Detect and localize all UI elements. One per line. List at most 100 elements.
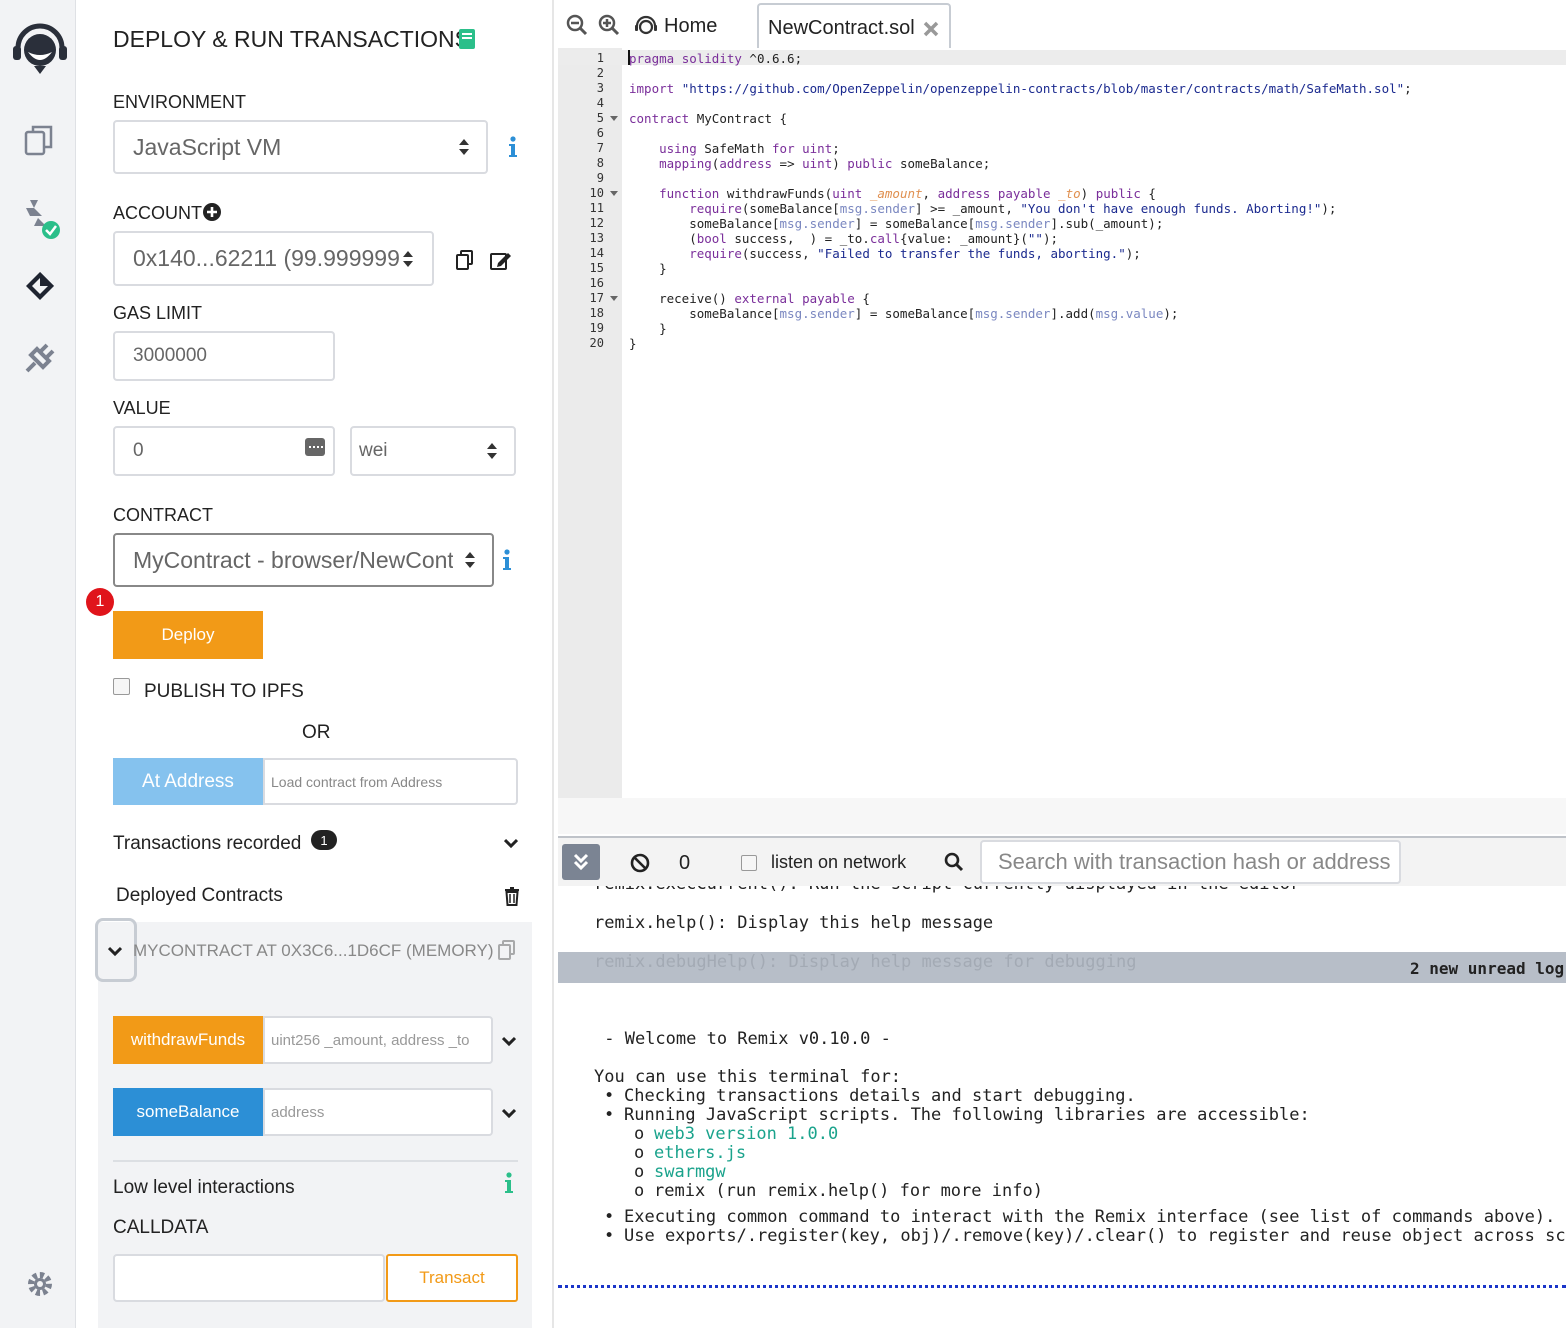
- at-address-placeholder: Load contract from Address: [271, 773, 443, 790]
- gas-limit-input[interactable]: 3000000: [113, 331, 335, 381]
- toggle-terminal-icon[interactable]: [562, 844, 600, 880]
- calldata-label: CALLDATA: [113, 1217, 209, 1238]
- withdraw-funds-input[interactable]: uint256 _amount, address _to: [263, 1016, 493, 1064]
- editor-bottom-space: [558, 798, 1566, 834]
- terminal-toolbar: 0 listen on network Search with transact…: [558, 836, 1566, 886]
- tab-newcontract[interactable]: NewContract.sol: [757, 3, 951, 49]
- line-number: 14: [589, 246, 604, 260]
- account-select[interactable]: 0x140...62211 (99.999999: [113, 231, 434, 286]
- publish-ipfs-checkbox[interactable]: [113, 678, 130, 695]
- settings-gear-icon[interactable]: [18, 1262, 62, 1306]
- home-remix-icon[interactable]: [634, 14, 658, 36]
- contract-select[interactable]: MyContract - browser/NewCont: [113, 533, 494, 587]
- code-line: mapping(address => uint) public someBala…: [659, 156, 991, 171]
- zoom-out-icon[interactable]: [566, 14, 588, 36]
- transactions-expand-chevron-icon[interactable]: [503, 836, 519, 849]
- contract-value: MyContract - browser/NewCont: [133, 546, 453, 573]
- gas-limit-value: 3000000: [133, 345, 207, 366]
- terminal-prompt-line[interactable]: [558, 1285, 1566, 1288]
- unread-logs-banner[interactable]: remix.debugHelp(): Display help message …: [558, 952, 1566, 983]
- ethers-link[interactable]: ethers.js: [654, 1143, 746, 1163]
- sign-message-edit-icon[interactable]: [490, 250, 512, 270]
- bullet-circle: o: [634, 1143, 645, 1163]
- line-number: 20: [589, 336, 604, 350]
- listen-network-label: listen on network: [771, 852, 907, 872]
- terminal-bullet: Executing common command to interact wit…: [624, 1207, 1566, 1227]
- contract-info-icon[interactable]: [501, 549, 513, 571]
- step-1-badge: 1: [86, 588, 114, 616]
- some-balance-expand-chevron-icon[interactable]: [501, 1106, 517, 1119]
- web3-link[interactable]: web3 version 1.0.0: [654, 1124, 838, 1144]
- at-address-button[interactable]: At Address: [113, 758, 263, 805]
- line-number: 7: [596, 141, 604, 155]
- code-line: receive() external payable {: [629, 291, 870, 306]
- contract-instance: MYCONTRACT AT 0X3C6...1D6CF (MEMORY) wit…: [95, 918, 532, 1328]
- code-line: import "https://github.com/OpenZeppelin/…: [629, 81, 1412, 96]
- withdraw-expand-chevron-icon[interactable]: [501, 1034, 517, 1047]
- some-balance-input[interactable]: address: [263, 1088, 493, 1136]
- line-number: 5: [596, 111, 604, 125]
- remix-logo-icon[interactable]: [10, 18, 70, 78]
- terminal-output[interactable]: remix.execCurrent(): Run the script curr…: [558, 886, 1566, 1328]
- line-number: 6: [596, 126, 604, 140]
- divider: [113, 1160, 518, 1162]
- line-number: 3: [596, 81, 604, 95]
- zoom-in-icon[interactable]: [598, 14, 620, 36]
- listen-network-checkbox[interactable]: [741, 855, 757, 871]
- deploy-button[interactable]: Deploy: [113, 611, 263, 659]
- code-line: require(success, "Failed to transfer the…: [689, 246, 1141, 261]
- clear-instances-trash-icon[interactable]: [504, 886, 520, 906]
- transaction-search-input[interactable]: Search with transaction hash or address: [980, 840, 1401, 884]
- select-updown-icon: [459, 139, 469, 155]
- file-explorer-icon[interactable]: [18, 118, 62, 162]
- transact-button[interactable]: Transact: [386, 1254, 518, 1302]
- account-label: ACCOUNT: [113, 203, 202, 223]
- transaction-search-placeholder: Search with transaction hash or address: [998, 849, 1391, 874]
- value-label: VALUE: [113, 398, 171, 418]
- solidity-compiler-icon[interactable]: [18, 196, 62, 240]
- environment-select[interactable]: JavaScript VM: [113, 120, 488, 174]
- value-keypad-icon[interactable]: [304, 437, 326, 457]
- code-line: contract MyContract {: [629, 111, 788, 126]
- code-line: }: [629, 321, 667, 336]
- fold-arrow-icon[interactable]: [610, 296, 618, 301]
- value-amount: 0: [133, 440, 144, 461]
- calldata-input[interactable]: [113, 1254, 385, 1302]
- clear-console-ban-icon[interactable]: [630, 853, 650, 873]
- copy-instance-address-icon[interactable]: [498, 940, 516, 960]
- plugin-manager-icon[interactable]: [18, 336, 62, 380]
- copy-address-icon[interactable]: [456, 250, 474, 270]
- some-balance-button[interactable]: someBalance: [113, 1088, 263, 1136]
- select-updown-icon: [465, 552, 475, 568]
- search-icon[interactable]: [944, 852, 964, 872]
- instance-collapse-chevron-icon[interactable]: [107, 944, 123, 957]
- editor-tabs: Home NewContract.sol: [556, 0, 1566, 49]
- code-editor[interactable]: 1 2 3 4 5 6 7 8 9 10 11 12 13 14 15 16 17 18 19 20 pragma s…: [558, 48, 1566, 798]
- line-number: 10: [589, 186, 604, 200]
- terminal-lib: remix (run remix.help() for more info): [654, 1181, 1043, 1201]
- tab-home[interactable]: Home: [664, 15, 717, 38]
- value-unit-select[interactable]: wei: [350, 426, 516, 476]
- line-number: 2: [596, 66, 604, 80]
- documentation-book-icon[interactable]: [458, 28, 476, 50]
- low-level-info-icon[interactable]: [503, 1172, 515, 1194]
- bullet-dot: •: [604, 1207, 615, 1227]
- at-address-input[interactable]: Load contract from Address: [263, 758, 518, 805]
- value-input[interactable]: 0: [113, 426, 335, 476]
- deploy-run-icon[interactable]: [18, 264, 62, 308]
- terminal-bullet: Checking transactions details and start …: [624, 1086, 1136, 1106]
- bullet-circle: o: [634, 1181, 645, 1201]
- deployed-contracts-label: Deployed Contracts: [116, 885, 283, 906]
- environment-info-icon[interactable]: [507, 136, 519, 158]
- line-number: 11: [589, 201, 604, 215]
- close-tab-icon[interactable]: [922, 20, 940, 38]
- fold-arrow-icon[interactable]: [610, 191, 618, 196]
- swarmgw-link[interactable]: swarmgw: [654, 1162, 726, 1182]
- transactions-recorded-label: Transactions recorded: [113, 833, 302, 854]
- bullet-dot: •: [604, 1086, 615, 1106]
- withdraw-funds-button[interactable]: withdrawFunds: [113, 1016, 263, 1064]
- line-number: 19: [589, 321, 604, 335]
- line-number: 13: [589, 231, 604, 245]
- add-account-plus-icon[interactable]: [203, 203, 221, 221]
- fold-arrow-icon[interactable]: [610, 116, 618, 121]
